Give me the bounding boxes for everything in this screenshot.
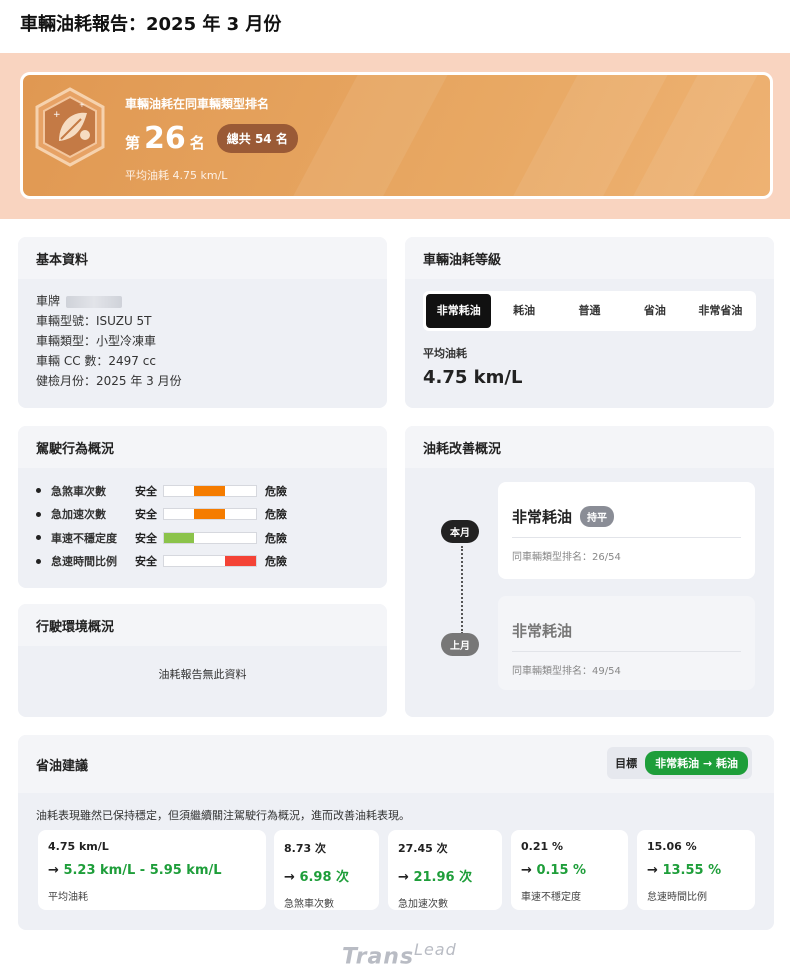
arrow-icon: → <box>48 863 59 878</box>
metric-label: 怠速時間比例 <box>647 892 707 903</box>
svg-text:+: + <box>53 110 61 120</box>
status-badge: 持平 <box>580 506 615 527</box>
behavior-name: 怠速時間比例 <box>51 555 117 569</box>
metric-label: 急加速次數 <box>398 899 448 910</box>
metric-current: 4.75 km/L <box>48 840 109 853</box>
metric-target: 6.98 次 <box>299 870 350 885</box>
grade-title: 車輛油耗等級 <box>405 237 774 279</box>
environment-empty-text: 油耗報告無此資料 <box>158 668 247 681</box>
metric-card-speed-instability: 0.21 % → 0.15 % 車速不穩定度 <box>511 830 628 910</box>
plate-row: 車牌 <box>36 291 369 311</box>
metric-target: 5.23 km/L - 5.95 km/L <box>63 863 222 878</box>
cc-row: 車輛 CC 數：2497 cc <box>36 354 156 368</box>
behavior-title: 駕駛行為概況 <box>18 426 387 468</box>
rank-medal-icon: + + <box>35 87 105 167</box>
previous-rank: 同車輛類型排名：49/54 <box>512 666 621 677</box>
current-rank: 同車輛類型排名：26/54 <box>512 552 621 563</box>
grade-tabs: 非常耗油 耗油 普通 省油 非常省油 <box>423 291 756 331</box>
previous-month-card: 非常耗油 同車輛類型排名：49/54 <box>498 596 755 690</box>
metric-card-idle-ratio: 15.06 % → 13.55 % 怠速時間比例 <box>637 830 755 910</box>
metric-target: 21.96 次 <box>413 870 473 885</box>
metric-card-hard-brake: 8.73 次 → 6.98 次 急煞車次數 <box>274 830 379 910</box>
behavior-level-bar <box>163 555 257 568</box>
current-month-card: 非常耗油 持平 同車輛類型排名：26/54 <box>498 482 755 579</box>
plate-label: 車牌 <box>36 294 61 308</box>
environment-title: 行駛環境概況 <box>18 604 387 646</box>
basic-info-title: 基本資料 <box>18 237 387 279</box>
grade-tab-high[interactable]: 耗油 <box>491 294 556 328</box>
grade-avg-value: 4.75 km/L <box>423 367 523 388</box>
current-month-pill: 本月 <box>441 520 479 543</box>
svg-text:+: + <box>79 101 85 109</box>
previous-grade: 非常耗油 <box>512 622 573 640</box>
total-count-badge: 總共 54 名 <box>216 124 298 153</box>
rank-row: 第 26 名 總共 54 名 <box>125 121 298 156</box>
safe-label: 安全 <box>135 484 157 498</box>
metric-current: 15.06 % <box>647 840 697 853</box>
metric-label: 急煞車次數 <box>284 899 334 910</box>
behavior-name: 急煞車次數 <box>51 484 106 498</box>
behavior-row: 車速不穩定度 安全 危險 <box>36 526 369 550</box>
behavior-level-bar <box>163 484 257 497</box>
metric-target: 0.15 % <box>536 863 587 878</box>
timeline-connector <box>461 546 463 634</box>
rank-suffix: 名 <box>189 134 205 152</box>
danger-label: 危險 <box>265 508 287 522</box>
metric-card-avg-fuel: 4.75 km/L → 5.23 km/L - 5.95 km/L 平均油耗 <box>38 830 266 910</box>
metric-current: 8.73 次 <box>284 842 326 855</box>
behavior-level-bar <box>163 531 257 544</box>
banner-subtitle: 車輛油耗在同車輛類型排名 <box>125 97 270 111</box>
arrow-icon: → <box>647 863 658 878</box>
logo-main: Trans <box>342 944 415 970</box>
grade-card: 車輛油耗等級 非常耗油 耗油 普通 省油 非常省油 平均油耗 4.75 km/L <box>405 237 774 408</box>
behavior-level-bar <box>163 508 257 521</box>
arrow-icon: → <box>398 870 409 885</box>
arrow-icon: → <box>284 870 295 885</box>
metric-current: 0.21 % <box>521 840 563 853</box>
model-row: 車輛型號：ISUZU 5T <box>36 314 152 328</box>
behavior-name: 急加速次數 <box>51 508 106 522</box>
danger-label: 危險 <box>265 531 287 545</box>
safe-label: 安全 <box>135 531 157 545</box>
metric-current: 27.45 次 <box>398 842 448 855</box>
behavior-name: 車速不穩定度 <box>51 531 117 545</box>
type-row: 車輛類型：小型冷凍車 <box>36 334 157 348</box>
target-box: 目標 非常耗油 → 耗油 <box>607 747 752 779</box>
basic-info-card: 基本資料 車牌 車輛型號：ISUZU 5T 車輛類型：小型冷凍車 車輛 CC 數… <box>18 237 387 408</box>
banner-average: 平均油耗 4.75 km/L <box>125 169 228 182</box>
translead-logo: TransLead <box>342 940 457 969</box>
danger-label: 危險 <box>265 484 287 498</box>
rank-prefix: 第 <box>125 134 141 152</box>
page-title: 車輛油耗報告：2025 年 3 月份 <box>20 14 282 35</box>
grade-tab-normal[interactable]: 普通 <box>557 294 622 328</box>
behavior-row: 怠速時間比例 安全 危險 <box>36 550 369 574</box>
grade-tab-saving[interactable]: 省油 <box>622 294 687 328</box>
grade-tab-very-saving[interactable]: 非常省油 <box>688 294 753 328</box>
metric-target: 13.55 % <box>662 863 722 878</box>
current-grade: 非常耗油 <box>512 508 573 526</box>
metric-label: 車速不穩定度 <box>521 892 581 903</box>
grade-avg-label: 平均油耗 <box>423 347 467 360</box>
plate-redacted <box>66 295 123 308</box>
safe-label: 安全 <box>135 555 157 569</box>
metric-label: 平均油耗 <box>48 892 88 903</box>
arrow-icon: → <box>521 863 532 878</box>
inspect-row: 健檢月份：2025 年 3 月份 <box>36 374 182 388</box>
improvement-title: 油耗改善概況 <box>405 426 774 468</box>
danger-label: 危險 <box>265 555 287 569</box>
previous-month-pill: 上月 <box>441 633 479 656</box>
safe-label: 安全 <box>135 508 157 522</box>
environment-card: 行駛環境概況 油耗報告無此資料 <box>18 604 387 717</box>
advice-text: 油耗表現雖然已保持穩定，但須繼續關注駕駛行為概況，進而改善油耗表現。 <box>36 809 410 822</box>
target-label: 目標 <box>615 757 638 770</box>
rank-banner: + + 車輛油耗在同車輛類型排名 第 26 名 總共 54 名 平均油耗 4.7… <box>20 72 773 199</box>
metric-card-hard-accel: 27.45 次 → 21.96 次 急加速次數 <box>388 830 502 910</box>
behavior-card: 駕駛行為概況 急煞車次數 安全 危險 急加速次數 安全 危險 車速不穩定度 安全… <box>18 426 387 588</box>
logo-sup: Lead <box>414 940 457 959</box>
behavior-row: 急加速次數 安全 危險 <box>36 503 369 527</box>
target-pill: 非常耗油 → 耗油 <box>645 751 748 775</box>
rank-number: 26 <box>144 121 186 156</box>
grade-tab-very-high[interactable]: 非常耗油 <box>426 294 492 328</box>
behavior-row: 急煞車次數 安全 危險 <box>36 479 369 503</box>
